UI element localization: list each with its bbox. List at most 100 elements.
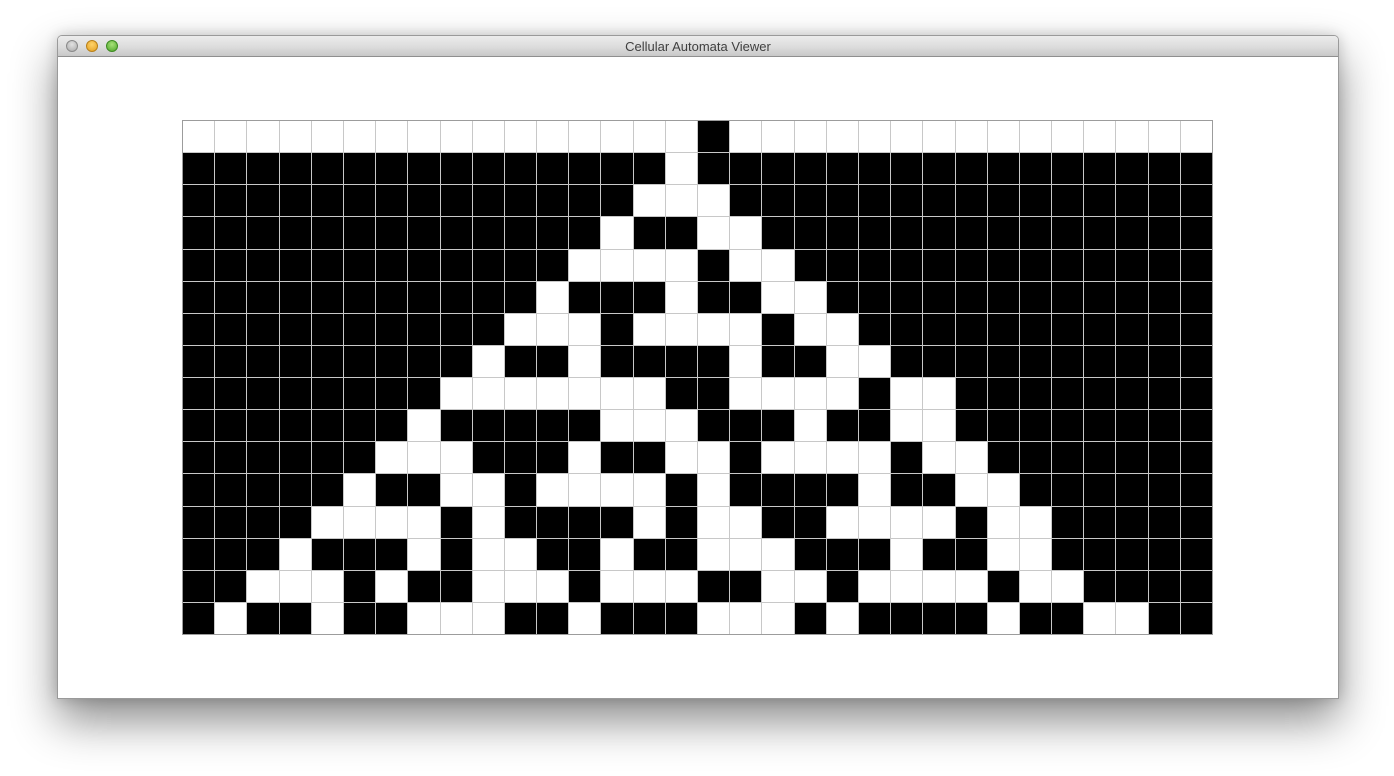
cell-alive [762, 217, 794, 249]
cell-dead [955, 442, 987, 474]
cell-alive [1019, 153, 1052, 185]
cell-dead [730, 345, 762, 377]
cell-alive [569, 538, 601, 570]
cell-dead [665, 313, 697, 345]
cell-dead [858, 506, 891, 538]
cell-alive [279, 602, 311, 634]
cell-alive [1180, 474, 1212, 506]
cell-alive [730, 153, 762, 185]
cell-alive [955, 185, 987, 217]
cell-alive [247, 410, 279, 442]
cell-dead [762, 442, 794, 474]
cell-dead [569, 345, 601, 377]
cell-alive [1084, 378, 1116, 410]
cell-alive [472, 217, 504, 249]
cell-dead [891, 121, 923, 153]
cell-alive [762, 506, 794, 538]
cell-alive [633, 602, 665, 634]
cell-dead [891, 570, 923, 602]
cell-dead [891, 378, 923, 410]
cell-dead [955, 570, 987, 602]
cell-dead [858, 570, 891, 602]
cell-alive [215, 185, 247, 217]
cell-alive [537, 506, 569, 538]
cell-dead [472, 121, 504, 153]
cell-dead [279, 570, 311, 602]
cell-dead [794, 410, 826, 442]
automaton-grid [182, 120, 1213, 635]
cell-dead [730, 602, 762, 634]
cell-alive [1084, 345, 1116, 377]
cell-alive [1180, 410, 1212, 442]
cell-alive [730, 410, 762, 442]
cell-dead [1084, 602, 1116, 634]
cell-dead [504, 313, 537, 345]
cell-alive [891, 442, 923, 474]
cell-dead [376, 442, 408, 474]
cell-dead [665, 121, 697, 153]
cell-alive [183, 602, 215, 634]
cell-alive [1180, 442, 1212, 474]
cell-dead [215, 602, 247, 634]
cell-dead [569, 378, 601, 410]
cell-dead [601, 378, 633, 410]
cell-dead [183, 121, 215, 153]
cell-alive [1052, 345, 1084, 377]
cell-alive [376, 378, 408, 410]
cell-alive [826, 217, 858, 249]
cell-alive [1180, 153, 1212, 185]
cell-dead [569, 474, 601, 506]
cell-alive [1052, 474, 1084, 506]
cell-alive [408, 378, 440, 410]
cell-alive [183, 313, 215, 345]
cell-dead [633, 474, 665, 506]
cell-dead [987, 506, 1019, 538]
cell-alive [1084, 281, 1116, 313]
cell-dead [762, 378, 794, 410]
cell-alive [408, 185, 440, 217]
cell-alive [1148, 474, 1180, 506]
cell-alive [183, 249, 215, 281]
cell-alive [1019, 249, 1052, 281]
cell-alive [698, 345, 730, 377]
cell-alive [537, 410, 569, 442]
cell-alive [1084, 538, 1116, 570]
cell-alive [504, 249, 537, 281]
title-bar[interactable]: Cellular Automata Viewer [58, 36, 1338, 57]
cell-alive [440, 249, 472, 281]
cell-alive [858, 410, 891, 442]
cell-alive [440, 217, 472, 249]
cell-alive [1148, 185, 1180, 217]
cell-dead [665, 153, 697, 185]
cell-dead [698, 474, 730, 506]
cell-alive [343, 410, 376, 442]
cell-alive [955, 249, 987, 281]
cell-alive [987, 378, 1019, 410]
cell-alive [826, 474, 858, 506]
cell-alive [923, 602, 955, 634]
cell-alive [343, 378, 376, 410]
cell-alive [472, 185, 504, 217]
cell-dead [601, 121, 633, 153]
cell-alive [1019, 442, 1052, 474]
cell-alive [601, 313, 633, 345]
cell-alive [1180, 185, 1212, 217]
cell-alive [569, 506, 601, 538]
cell-dead [923, 506, 955, 538]
cell-dead [955, 474, 987, 506]
cell-alive [665, 506, 697, 538]
cell-dead [891, 506, 923, 538]
cell-alive [343, 217, 376, 249]
cell-alive [311, 410, 343, 442]
cell-dead [504, 378, 537, 410]
cell-dead [730, 378, 762, 410]
cell-alive [923, 217, 955, 249]
cell-alive [923, 153, 955, 185]
cell-alive [1084, 249, 1116, 281]
cell-dead [858, 442, 891, 474]
cell-alive [826, 153, 858, 185]
cell-alive [440, 506, 472, 538]
cell-alive [1019, 345, 1052, 377]
cell-dead [633, 185, 665, 217]
cell-alive [923, 345, 955, 377]
